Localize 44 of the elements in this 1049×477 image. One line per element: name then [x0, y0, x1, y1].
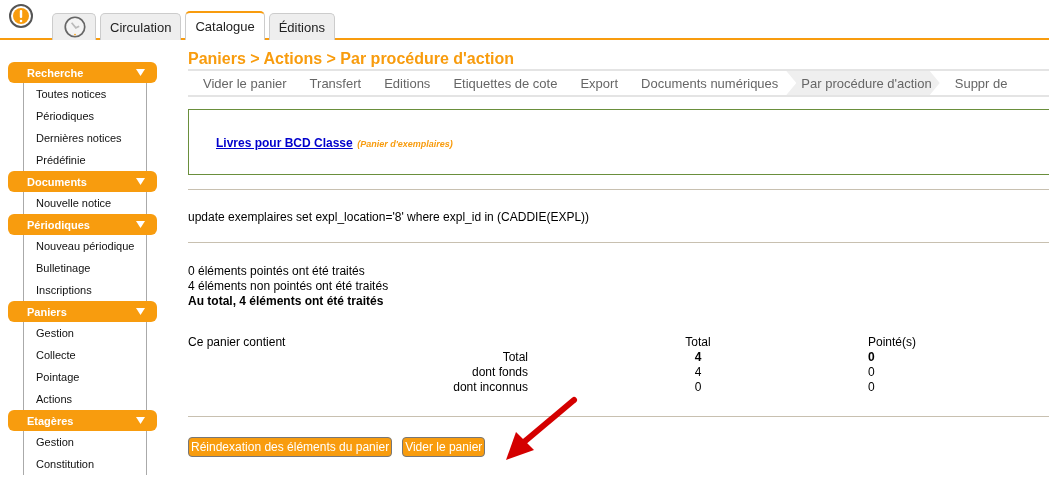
nav-tab[interactable]: Circulation — [100, 13, 182, 40]
caret-icon — [136, 178, 145, 185]
menu-item[interactable]: Constitution — [24, 453, 146, 475]
breadcrumb-step[interactable]: Par procédure d'action — [786, 71, 940, 95]
table-cell-text: 4 — [693, 365, 703, 380]
menu-item[interactable]: Gestion — [24, 431, 146, 453]
table-cell-text: 0 — [868, 350, 876, 365]
menu-item[interactable]: Inscriptions — [24, 279, 146, 301]
clock-tab[interactable] — [52, 13, 96, 40]
table-cell-text: 4 — [693, 350, 703, 365]
menu-item[interactable]: Toutes notices — [24, 83, 146, 105]
table-caption: Ce panier contient — [188, 335, 287, 350]
menu-item[interactable]: Périodiques — [24, 105, 146, 127]
column-header: Pointé(s) — [868, 335, 918, 350]
menu-item[interactable]: Pointage — [24, 366, 146, 388]
table-cell-text: 0 — [693, 380, 703, 395]
menu-item[interactable]: Prédéfinie — [24, 149, 146, 171]
result-line: 4 éléments non pointés ont été traités — [188, 279, 390, 294]
menu-item[interactable]: Nouveau périodique — [24, 235, 146, 257]
basket-link[interactable]: Livres pour BCD Classe — [216, 136, 353, 150]
row-label: dont inconnus — [452, 380, 528, 395]
row-label: dont fonds — [470, 365, 528, 380]
alert-logo-icon — [9, 4, 33, 28]
result-line: 0 éléments pointés ont été traités — [188, 264, 366, 279]
caret-icon — [136, 417, 145, 424]
menu-item[interactable]: Collecte — [24, 344, 146, 366]
result-line: Au total, 4 éléments ont été traités — [188, 294, 385, 309]
menu-item[interactable]: Bulletinage — [24, 257, 146, 279]
column-header: Total — [684, 335, 712, 350]
caret-icon — [136, 308, 145, 315]
table-cell-text: 0 — [868, 380, 876, 395]
menu-item[interactable]: Dernières notices — [24, 127, 146, 149]
nav-tab[interactable]: Éditions — [268, 13, 335, 40]
table-cell-text: 0 — [868, 365, 876, 380]
basket-type: (Panier d'exemplaires) — [357, 139, 453, 149]
menu-item[interactable]: Actions — [24, 388, 146, 410]
row-label: Total — [501, 350, 528, 365]
menu-item[interactable]: Gestion — [24, 322, 146, 344]
sql-query: update exemplaires set expl_location='8' where expl_id in (CADDIE(EXPL)) — [188, 210, 591, 224]
caret-icon — [136, 221, 145, 228]
page-title: Paniers > Actions > Par procédure d'action — [188, 50, 515, 68]
caret-icon — [136, 69, 145, 76]
nav-tab[interactable]: Catalogue — [185, 11, 265, 40]
menu-item[interactable]: Nouvelle notice — [24, 192, 146, 214]
